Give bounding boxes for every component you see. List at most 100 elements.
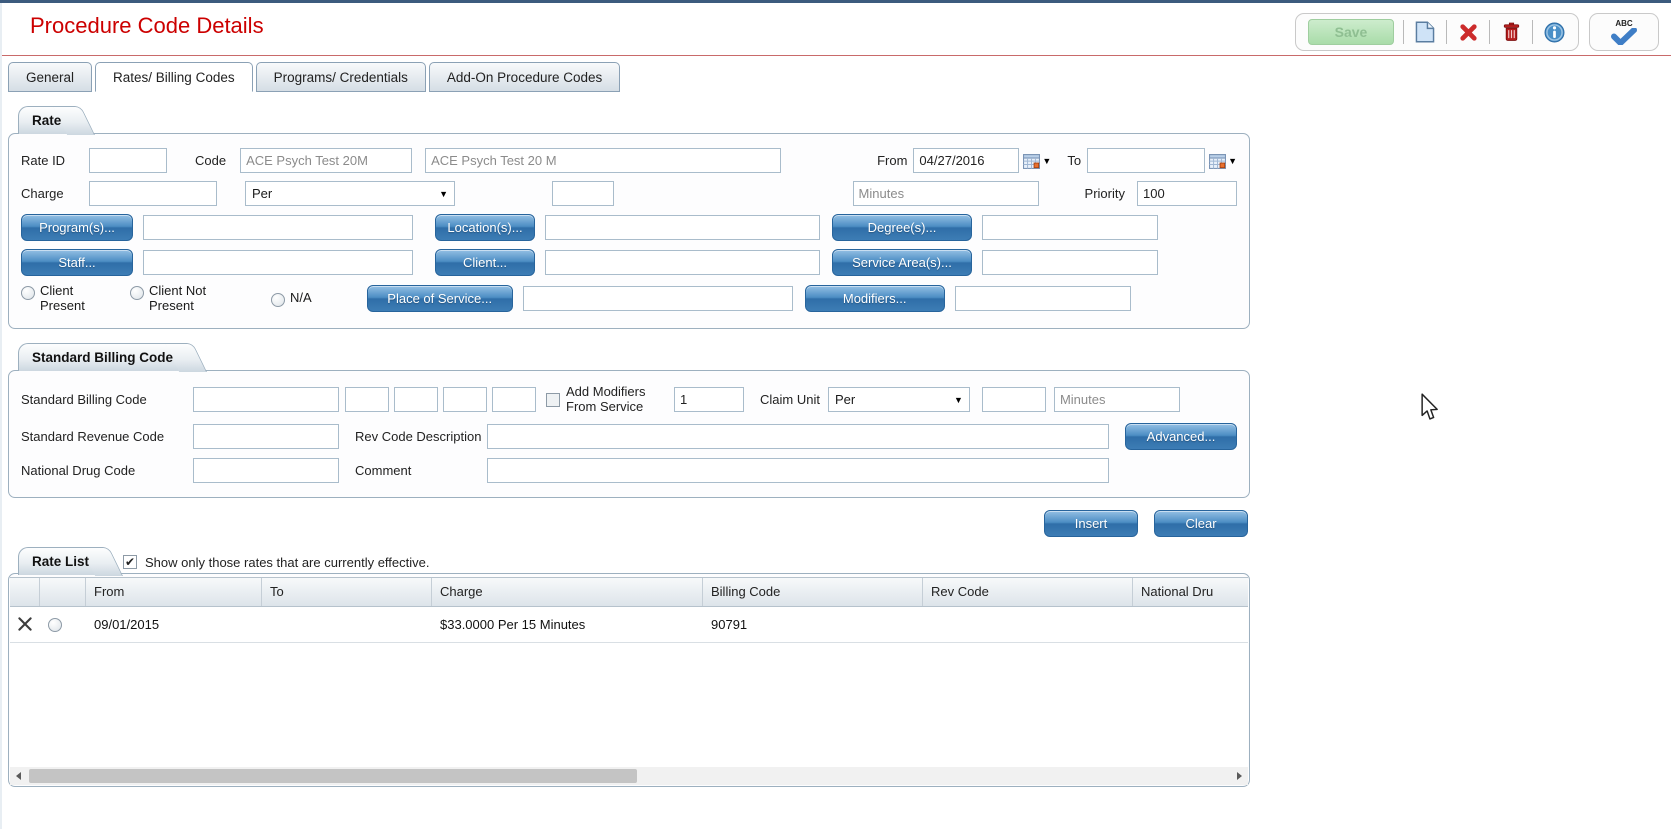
ndc-input[interactable] xyxy=(193,457,339,483)
code-short-input[interactable] xyxy=(240,148,413,173)
row-delete-icon[interactable] xyxy=(10,617,40,631)
rev-desc-input[interactable] xyxy=(487,423,1109,449)
scroll-right-icon xyxy=(1237,771,1242,780)
from-label: From xyxy=(877,153,908,168)
sbc-row-1: Standard Billing Code Add Modifiers From… xyxy=(21,383,1237,415)
claim-minutes-input[interactable] xyxy=(1053,387,1180,413)
rate-id-input[interactable] xyxy=(89,148,167,173)
tab-rates-billing-codes[interactable]: Rates/ Billing Codes xyxy=(95,62,253,92)
src-label: Standard Revenue Code xyxy=(21,428,165,444)
locations-button[interactable]: Location(s)... xyxy=(435,214,535,241)
charge-label: Charge xyxy=(21,186,64,201)
unit-count-input[interactable] xyxy=(552,181,614,206)
code-full-input[interactable] xyxy=(425,148,782,173)
claim-unit-select[interactable]: Per ▼ xyxy=(827,387,970,413)
tab-general[interactable]: General xyxy=(8,62,93,92)
delete-icon[interactable] xyxy=(1499,19,1523,45)
to-date-input[interactable] xyxy=(1087,148,1206,173)
toolbar-separator xyxy=(1489,20,1490,44)
degrees-button[interactable]: Degree(s)... xyxy=(832,214,972,241)
modifiers-button[interactable]: Modifiers... xyxy=(804,285,945,313)
scrollbar-track[interactable] xyxy=(27,767,1231,785)
priority-input[interactable] xyxy=(1137,181,1237,206)
info-icon[interactable] xyxy=(1542,19,1566,45)
cancel-icon[interactable] xyxy=(1456,19,1480,45)
programs-input[interactable] xyxy=(143,215,413,240)
charge-per-caret: ▼ xyxy=(439,188,448,199)
sbc-modifier-1-input[interactable] xyxy=(345,387,389,413)
clear-button[interactable]: Clear xyxy=(1154,509,1248,537)
code-label: Code xyxy=(195,153,227,168)
add-modifiers-checkbox[interactable] xyxy=(546,392,560,407)
place-of-service-button[interactable]: Place of Service... xyxy=(366,285,513,313)
radio-label-client-not-present: Client Not Present xyxy=(149,283,207,313)
rate-list-empty-area xyxy=(10,642,1248,767)
radio-na[interactable]: N/A xyxy=(271,291,312,307)
sbc-modifier-3-input[interactable] xyxy=(443,387,487,413)
radio-client-not-present[interactable]: Client Not Present xyxy=(130,283,219,314)
add-modifiers-label: Add Modifiers From Service xyxy=(566,383,646,414)
comment-label: Comment xyxy=(355,462,412,478)
src-input[interactable] xyxy=(193,423,339,449)
rate-panel: Rate ID Code From ▼ To xyxy=(8,133,1250,329)
client-input[interactable] xyxy=(545,250,820,275)
column-charge[interactable]: Charge xyxy=(432,577,703,606)
rate-row-4: Staff... Client... Service Area(s)... xyxy=(21,249,1237,276)
rate-list-section-tab: Rate List xyxy=(18,546,100,575)
spellcheck-icon[interactable]: ABC xyxy=(1602,19,1646,45)
comment-input[interactable] xyxy=(487,457,1109,483)
modifiers-input[interactable] xyxy=(954,286,1131,312)
sbc-modifier-2-input[interactable] xyxy=(394,387,438,413)
toolbar-separator xyxy=(1446,20,1447,44)
column-to[interactable]: To xyxy=(262,577,432,606)
charge-per-select[interactable]: Per ▼ xyxy=(245,181,455,206)
locations-input[interactable] xyxy=(545,215,820,240)
column-rev-code[interactable]: Rev Code xyxy=(923,577,1133,606)
scrollbar-thumb[interactable] xyxy=(29,768,637,783)
radio-client-present[interactable]: Client Present xyxy=(21,283,92,314)
claim-unit-count-input[interactable] xyxy=(674,387,744,413)
column-billing-code[interactable]: Billing Code xyxy=(703,577,923,606)
rate-list-header-row: From To Charge Billing Code Rev Code Nat… xyxy=(10,576,1248,607)
to-calendar-icon[interactable]: ▼ xyxy=(1209,153,1237,169)
claim-small-input[interactable] xyxy=(981,387,1046,413)
tab-content: Rate Rate ID Code From ▼ xyxy=(8,106,1250,787)
page-tabs: General Rates/ Billing Codes Programs/ C… xyxy=(8,62,1671,92)
spellcheck-abc-label: ABC xyxy=(1615,18,1633,28)
scroll-right-button[interactable] xyxy=(1231,767,1248,785)
column-from[interactable]: From xyxy=(86,577,262,606)
staff-button[interactable]: Staff... xyxy=(21,249,133,276)
sbc-row-3: National Drug Code Comment xyxy=(21,457,1237,483)
sbc-input[interactable] xyxy=(193,387,339,413)
horizontal-scrollbar[interactable] xyxy=(10,766,1248,785)
column-national-drug[interactable]: National Dru xyxy=(1133,578,1248,606)
from-calendar-icon[interactable]: ▼ xyxy=(1023,153,1051,169)
row-from: 09/01/2015 xyxy=(94,616,160,632)
programs-button[interactable]: Program(s)... xyxy=(21,214,133,241)
unit-type-input[interactable] xyxy=(852,181,1039,206)
sbc-modifier-4-input[interactable] xyxy=(492,387,536,413)
new-document-icon[interactable] xyxy=(1413,19,1437,45)
advanced-button[interactable]: Advanced... xyxy=(1125,422,1237,450)
effective-rates-checkbox[interactable] xyxy=(123,555,138,570)
from-date-input[interactable] xyxy=(913,148,1020,173)
tab-addon-procedure-codes[interactable]: Add-On Procedure Codes xyxy=(428,62,621,92)
service-areas-button[interactable]: Service Area(s)... xyxy=(832,249,972,276)
charge-input[interactable] xyxy=(89,181,217,206)
rate-list-filter: Show only those rates that are currently… xyxy=(123,555,429,570)
service-areas-input[interactable] xyxy=(982,250,1158,275)
tab-programs-credentials[interactable]: Programs/ Credentials xyxy=(255,62,426,92)
staff-input[interactable] xyxy=(143,250,413,275)
toolbar-separator xyxy=(1532,20,1533,44)
scroll-left-button[interactable] xyxy=(10,767,27,785)
window-left-border xyxy=(0,3,2,829)
table-row[interactable]: 09/01/2015 $33.0000 Per 15 Minutes 90791 xyxy=(10,606,1248,643)
degrees-input[interactable] xyxy=(982,215,1158,240)
insert-button[interactable]: Insert xyxy=(1044,509,1138,537)
client-button[interactable]: Client... xyxy=(435,249,535,276)
place-of-service-input[interactable] xyxy=(522,286,793,312)
priority-label: Priority xyxy=(1084,186,1125,201)
row-select-radio[interactable] xyxy=(40,616,86,633)
save-button[interactable]: Save xyxy=(1308,19,1394,45)
mouse-cursor xyxy=(1420,393,1439,424)
